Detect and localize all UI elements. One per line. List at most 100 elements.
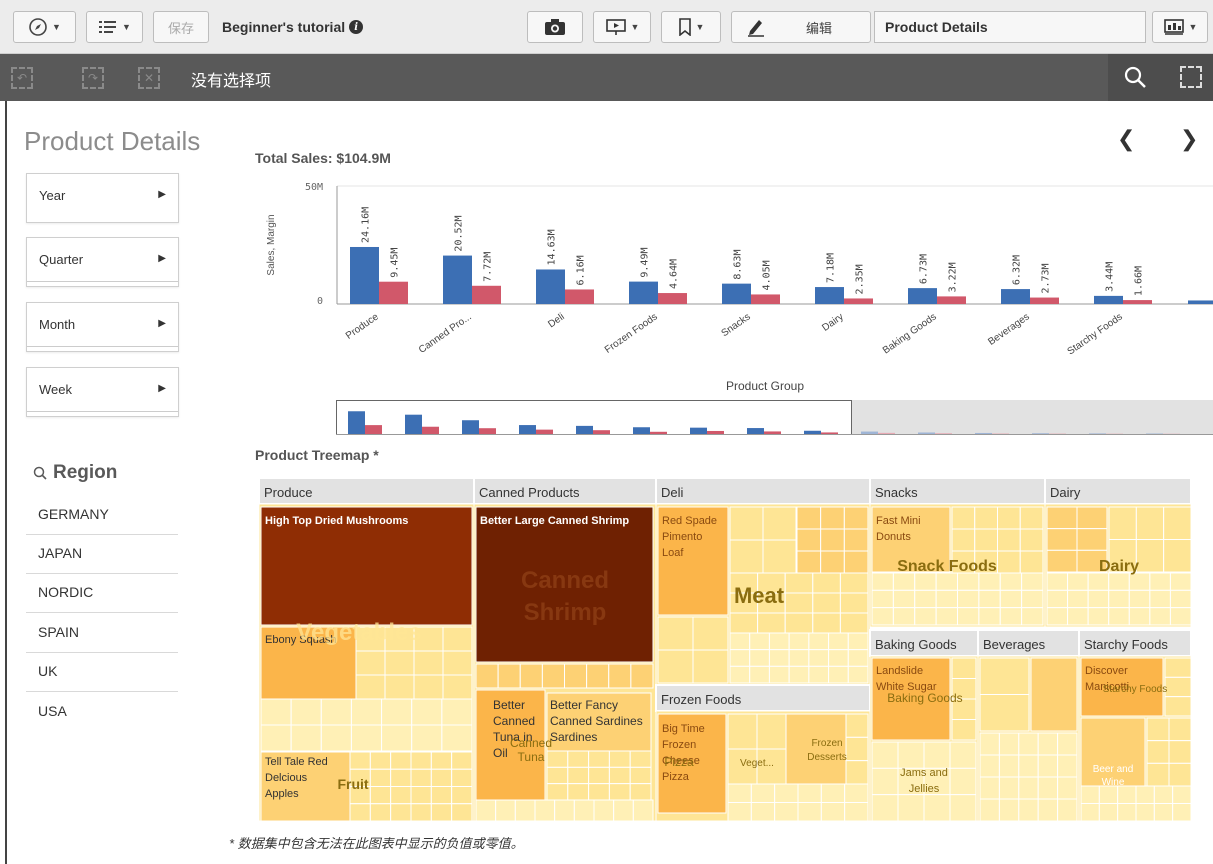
treemap-cell[interactable] [1046,589,1069,609]
treemap-cell[interactable] [1153,803,1174,822]
treemap-cell[interactable] [1037,732,1059,756]
save-button[interactable]: 保存 [153,11,209,43]
treemap-cell[interactable] [978,607,1001,626]
bar-sales[interactable] [1001,289,1030,304]
treemap-cell[interactable] [564,663,588,689]
treemap-cell[interactable] [957,589,980,609]
treemap-cell[interactable] [1021,607,1044,626]
treemap-cell[interactable] [951,506,976,530]
treemap-cell[interactable] [1168,762,1191,787]
treemap-cell[interactable] [350,698,383,726]
treemap-cell[interactable] [749,649,770,667]
treemap-cell[interactable] [796,506,822,530]
treemap-cell[interactable] [923,794,951,821]
treemap-cell[interactable] [957,572,980,591]
treemap-cell[interactable] [546,783,569,801]
treemap-cell[interactable] [808,665,830,684]
treemap-cell[interactable] [1018,732,1039,756]
treemap-cell[interactable] [820,802,846,822]
treemap-cell[interactable] [820,783,846,803]
treemap-cell[interactable] [657,649,694,684]
treemap-item-beer-and-wine[interactable] [1080,717,1146,787]
treemap-cell[interactable] [411,698,443,726]
treemap-cell[interactable] [1163,539,1191,573]
sheets-menu-button[interactable]: ▼ [1152,11,1208,43]
treemap-cell[interactable] [974,506,998,530]
treemap-cell[interactable] [935,607,958,626]
treemap-cell[interactable] [1098,785,1119,804]
treemap-cell[interactable] [951,657,977,679]
bar-sales[interactable] [815,287,844,304]
treemap-cell[interactable] [442,674,473,700]
treemap-cell[interactable] [974,528,998,552]
treemap-cell[interactable] [845,713,869,738]
treemap-cell[interactable] [979,798,1000,821]
treemap-cell[interactable] [541,663,565,689]
treemap-cell[interactable] [1087,572,1110,591]
treemap-cell[interactable] [608,783,631,801]
treemap-cell[interactable] [847,665,869,684]
treemap-cell[interactable] [1168,717,1191,742]
app-overview-button[interactable]: ▼ [86,11,143,43]
treemap-cell[interactable] [1169,572,1191,591]
treemap-cell[interactable] [1067,589,1089,609]
treemap-cell[interactable] [1037,798,1059,821]
filter-month[interactable]: Month ▶ [26,302,179,352]
treemap-cell[interactable] [588,766,610,785]
treemap-cell[interactable] [1149,572,1171,591]
treemap-cell[interactable] [1149,607,1171,626]
treemap-cell[interactable] [410,803,432,821]
treemap-cell[interactable] [727,713,758,750]
treemap-cell[interactable] [812,612,841,634]
treemap-cell[interactable] [430,786,453,805]
treemap-cell[interactable] [1019,528,1044,552]
treemap-cell[interactable] [839,572,869,594]
treemap-cell[interactable] [1037,776,1059,800]
treemap-cell[interactable] [750,802,776,822]
treemap-cell[interactable] [949,794,977,821]
bar-sales[interactable] [629,281,658,304]
treemap-cell[interactable] [546,750,569,768]
treemap-cell[interactable] [897,741,925,769]
treemap-cell[interactable] [534,799,556,821]
treemap-cell[interactable] [1135,785,1155,804]
treemap-cell[interactable] [451,751,473,770]
treemap-cell[interactable] [349,803,371,821]
treemap-cell[interactable] [519,663,543,689]
treemap-cell[interactable] [497,663,521,689]
treemap-cell[interactable] [729,632,751,651]
treemap-cell[interactable] [762,506,797,541]
treemap-cell[interactable] [1018,754,1039,778]
treemap-cell[interactable] [451,803,473,821]
treemap-cell[interactable] [871,767,899,796]
treemap-cell[interactable] [949,767,977,796]
treemap-cell[interactable] [369,751,392,770]
treemap-cell[interactable] [979,657,1030,695]
treemap-cell[interactable] [999,589,1023,609]
treemap-cell[interactable] [845,760,869,785]
treemap-cell[interactable] [381,724,413,752]
bookmark-button[interactable]: ▼ [661,11,721,43]
treemap-cell[interactable] [320,698,352,726]
bar-sales[interactable] [908,288,937,304]
treemap-cell[interactable] [1164,657,1191,678]
treemap-cell[interactable] [355,650,386,676]
treemap-cell[interactable] [871,589,894,609]
treemap-cell[interactable] [1037,754,1059,778]
bar-margin[interactable] [379,281,408,304]
treemap-cell[interactable] [784,572,814,594]
treemap-cell[interactable] [844,783,869,803]
treemap-cell[interactable] [629,766,652,785]
previous-sheet-icon[interactable]: ❮ [1117,126,1135,152]
treemap-cell[interactable] [828,632,849,651]
treemap-cell[interactable] [1087,607,1110,626]
treemap-cell[interactable] [413,650,444,676]
treemap-cell[interactable] [828,649,849,667]
treemap-cell[interactable] [381,698,413,726]
treemap-cell[interactable] [914,572,937,591]
treemap-cell[interactable] [1163,506,1191,540]
treemap-cell[interactable] [554,799,575,821]
treemap-cell[interactable] [999,607,1023,626]
treemap-cell[interactable] [871,572,894,591]
treemap-cell[interactable] [1108,589,1130,609]
